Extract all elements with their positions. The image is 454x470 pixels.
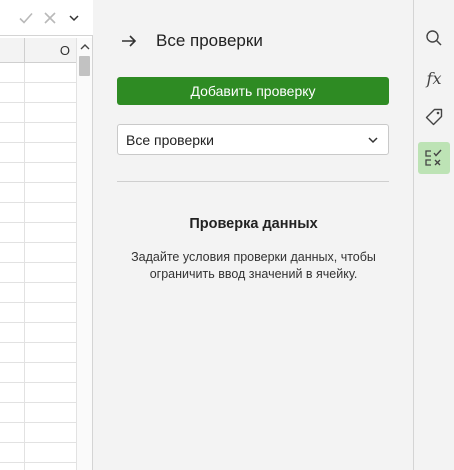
panel-header: Все проверки (117, 28, 263, 54)
cancel-edit-button[interactable] (39, 7, 61, 29)
arrow-right-icon (122, 35, 137, 47)
expand-formula-bar-button[interactable] (63, 7, 85, 29)
formula-bar-actions (0, 0, 93, 36)
add-validation-button[interactable]: Добавить проверку (117, 77, 389, 105)
collapse-panel-button[interactable] (117, 29, 141, 53)
scroll-up-icon[interactable] (80, 43, 90, 51)
search-button[interactable] (418, 22, 450, 54)
column-separator (24, 38, 25, 63)
empty-state-description: Задайте условия проверки данных, чтобы о… (131, 250, 376, 281)
function-button[interactable]: fx (418, 62, 450, 94)
column-header[interactable]: O (0, 38, 76, 63)
column-header-label: O (59, 43, 70, 58)
chevron-down-icon (368, 137, 378, 144)
function-icon: fx (426, 68, 442, 88)
data-validation-icon (425, 149, 442, 166)
divider (117, 181, 389, 182)
search-icon (426, 30, 442, 46)
validation-filter-select[interactable]: Все проверки (117, 124, 389, 155)
tag-icon (425, 108, 443, 126)
panel-title: Все проверки (156, 31, 263, 50)
empty-state-title: Проверка данных (189, 216, 318, 232)
named-ranges-button[interactable] (418, 101, 450, 133)
vertical-scrollbar[interactable] (76, 38, 92, 470)
cell-grid[interactable] (0, 63, 76, 470)
tool-rail: fx (414, 0, 454, 470)
data-validation-button[interactable] (418, 142, 450, 174)
scrollbar-thumb[interactable] (79, 56, 90, 76)
spreadsheet-area: O (0, 0, 93, 470)
chevron-down-icon (69, 15, 79, 22)
check-icon (19, 12, 33, 24)
confirm-edit-button[interactable] (15, 7, 37, 29)
close-icon (44, 12, 56, 24)
data-validation-panel: Все проверки Добавить проверку Все прове… (93, 0, 414, 470)
validation-filter-value: Все проверки (126, 131, 214, 148)
